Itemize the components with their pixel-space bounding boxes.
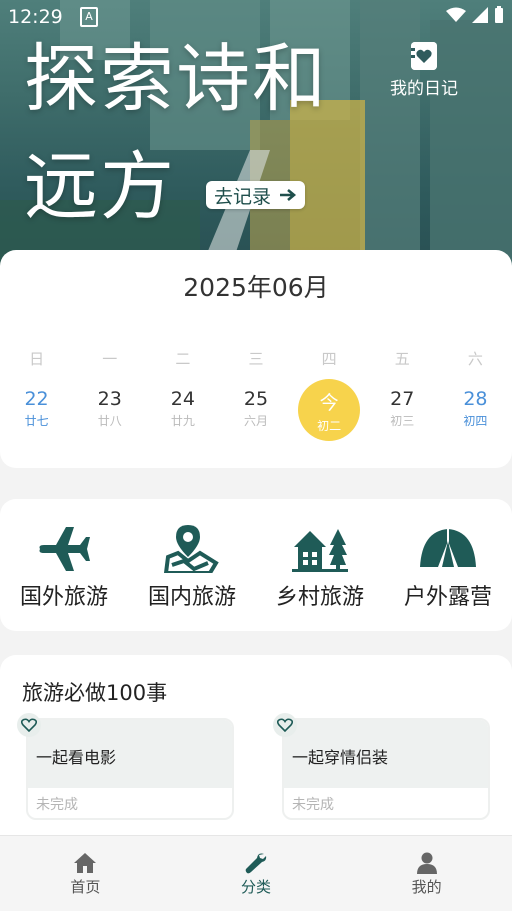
calendar-day[interactable]: 25 六月 <box>219 384 292 444</box>
category-label: 国内旅游 <box>147 585 236 610</box>
day-number: 25 <box>243 388 269 410</box>
bucket-item-status: 未完成 <box>36 797 78 813</box>
card-header: 一起看电影 <box>28 720 232 788</box>
weekday-label: 四 <box>321 350 337 368</box>
tab-label: 首页 <box>70 878 101 896</box>
weekday-label: 一 <box>102 350 118 368</box>
calendar-day[interactable]: 28 初四 <box>439 384 512 444</box>
day-number: 24 <box>170 388 195 410</box>
calendar-day[interactable]: 27 初三 <box>366 384 439 444</box>
calendar-days: 22 廿七 23 廿八 24 廿九 25 六月 今 初二 27 初三 28 初四 <box>0 379 512 444</box>
hero-banner: 12:29 A 探索诗和 远方 我的日记 去记录 <box>0 0 512 270</box>
tab-category[interactable]: 分类 <box>171 836 342 911</box>
diary-label: 我的日记 <box>390 79 458 99</box>
category-overseas-travel[interactable]: 国外旅游 <box>0 499 128 631</box>
bucket-item-card[interactable]: 一起看电影 未完成 <box>26 718 234 820</box>
arrow-right-icon <box>280 189 297 201</box>
calendar-month-title: 2025年06月 <box>183 273 329 302</box>
category-outdoor-camping[interactable]: 户外露营 <box>384 499 512 631</box>
day-number: 23 <box>97 388 122 410</box>
system-icons <box>446 6 504 24</box>
category-label: 户外露营 <box>403 585 492 610</box>
weekday-label: 六 <box>467 350 483 368</box>
record-label: 去记录 <box>214 185 272 208</box>
tab-mine[interactable]: 我的 <box>341 836 512 911</box>
home-icon <box>74 853 97 873</box>
category-label: 乡村旅游 <box>275 585 364 610</box>
week-calendar: 2025年06月 日 一 二 三 四 五 六 22 廿七 23 廿八 24 廿九… <box>0 250 512 468</box>
bucket-list-title: 旅游必做100事 <box>22 681 168 705</box>
lunar-date: 廿九 <box>170 414 195 428</box>
bucket-item-status: 未完成 <box>292 797 334 813</box>
headline-line-2: 远方 <box>24 144 176 230</box>
lunar-date: 廿七 <box>24 414 49 428</box>
weekday-label: 日 <box>29 350 45 368</box>
bucket-item-text: 一起看电影 <box>36 748 117 767</box>
lunar-date: 初四 <box>463 414 488 428</box>
category-domestic-travel[interactable]: 国内旅游 <box>128 499 256 631</box>
status-time: 12:29 <box>8 6 63 28</box>
bucket-list-section: 旅游必做100事 一起看电影 未完成 一起穿情侣装 未完成 <box>0 655 512 855</box>
user-icon <box>416 852 437 874</box>
calendar-day-today[interactable]: 今 初二 <box>293 379 366 444</box>
weekday-header: 日 一 二 三 四 五 六 <box>0 348 512 369</box>
signal-icon <box>472 7 488 23</box>
weekday-label: 五 <box>394 350 410 368</box>
lunar-date: 廿八 <box>97 414 122 428</box>
day-number: 28 <box>463 388 488 410</box>
weekday-label: 三 <box>248 350 264 368</box>
diary-book-icon <box>411 42 437 70</box>
card-header: 一起穿情侣装 <box>284 720 488 788</box>
tab-home[interactable]: 首页 <box>0 836 171 911</box>
bucket-item-card[interactable]: 一起穿情侣装 未完成 <box>282 718 490 820</box>
tab-label: 分类 <box>241 878 272 896</box>
tent-icon <box>420 529 476 567</box>
day-number: 27 <box>390 388 415 410</box>
lunar-date: 初三 <box>390 414 415 428</box>
lunar-date: 初二 <box>317 419 342 433</box>
category-rural-travel[interactable]: 乡村旅游 <box>256 499 384 631</box>
notification-icon: A <box>80 7 98 27</box>
category-label: 国外旅游 <box>19 585 108 610</box>
wifi-icon <box>446 7 466 22</box>
status-bar: 12:29 A <box>0 0 512 34</box>
heart-icon[interactable] <box>17 713 41 737</box>
day-number: 今 <box>319 392 339 414</box>
tab-label: 我的 <box>411 878 442 896</box>
wrench-icon <box>245 853 267 874</box>
bottom-tab-bar: 首页 分类 我的 <box>0 835 512 911</box>
go-record-button[interactable]: 去记录 <box>206 181 306 209</box>
map-pin-icon <box>164 525 219 573</box>
village-house-icon <box>292 529 348 572</box>
day-number: 22 <box>24 388 49 410</box>
calendar-day[interactable]: 24 廿九 <box>146 384 219 444</box>
lunar-date: 六月 <box>243 414 268 428</box>
battery-icon <box>495 6 503 23</box>
weekday-label: 二 <box>175 350 191 368</box>
calendar-day[interactable]: 22 廿七 <box>0 384 73 444</box>
bucket-item-text: 一起穿情侣装 <box>292 748 389 767</box>
airplane-icon <box>39 527 90 571</box>
my-diary-button[interactable]: 我的日记 <box>384 42 464 99</box>
heart-icon[interactable] <box>273 713 297 737</box>
headline-line-1: 探索诗和 <box>24 36 328 122</box>
travel-categories: 国外旅游 国内旅游 乡村旅游 户外露营 <box>0 499 512 631</box>
calendar-day[interactable]: 23 廿八 <box>73 384 146 444</box>
